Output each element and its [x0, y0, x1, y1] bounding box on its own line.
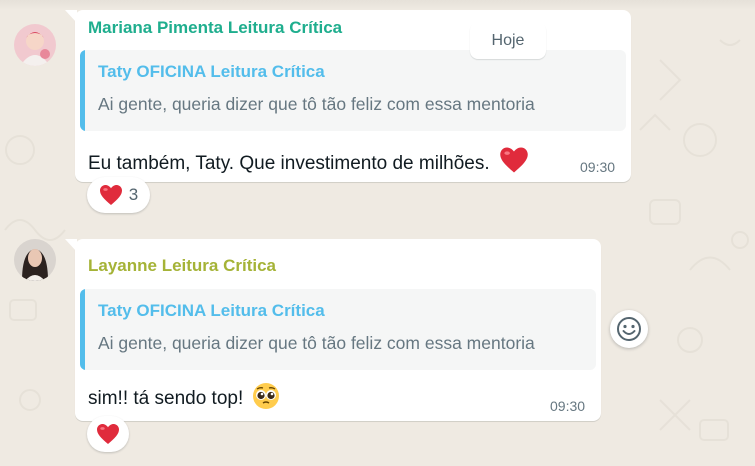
message-time: 09:30	[550, 398, 586, 414]
smile-icon	[617, 317, 641, 341]
avatar-layanne[interactable]	[14, 239, 56, 281]
heart-icon	[97, 424, 119, 444]
quote-bar	[80, 50, 85, 131]
message-text-content: sim!! tá sendo top!	[88, 388, 244, 409]
date-chip: Hoje	[470, 22, 546, 59]
quoted-author: Taty OFICINA Leitura Crítica	[98, 62, 325, 81]
bubble-tail	[65, 239, 77, 252]
reaction-count: 3	[128, 185, 139, 204]
pleading-face-icon	[252, 383, 279, 409]
quoted-text: Ai gente, queria dizer que tô tão feliz …	[98, 333, 535, 353]
heart-icon	[500, 147, 528, 173]
message-text-content: Eu também, Taty. Que investimento de mil…	[88, 153, 490, 174]
message-bubble[interactable]: Mariana Pimenta Leitura Crítica Taty OFI…	[65, 10, 631, 182]
sender-name[interactable]: Layanne Leitura Crítica	[88, 256, 276, 276]
reaction-badge[interactable]: 3	[87, 177, 150, 213]
message-text: sim!! tá sendo top!	[88, 382, 280, 410]
avatar-mariana[interactable]	[14, 24, 56, 66]
react-button[interactable]	[610, 310, 648, 348]
heart-icon	[99, 185, 122, 205]
message-text: Eu também, Taty. Que investimento de mil…	[88, 146, 529, 175]
quoted-message[interactable]: Taty OFICINA Leitura Crítica Ai gente, q…	[80, 289, 596, 370]
sender-name[interactable]: Mariana Pimenta Leitura Crítica	[88, 18, 342, 38]
message-time: 09:30	[580, 159, 616, 175]
reaction-badge[interactable]	[87, 416, 129, 452]
bubble-tail	[65, 10, 77, 23]
quoted-message[interactable]: Taty OFICINA Leitura Crítica Ai gente, q…	[80, 50, 626, 131]
message-bubble[interactable]: Layanne Leitura Crítica Taty OFICINA Lei…	[65, 239, 601, 421]
quoted-author: Taty OFICINA Leitura Crítica	[98, 301, 325, 320]
quote-bar	[80, 289, 85, 370]
top-shadow	[0, 0, 755, 10]
quoted-text: Ai gente, queria dizer que tô tão feliz …	[98, 94, 535, 114]
